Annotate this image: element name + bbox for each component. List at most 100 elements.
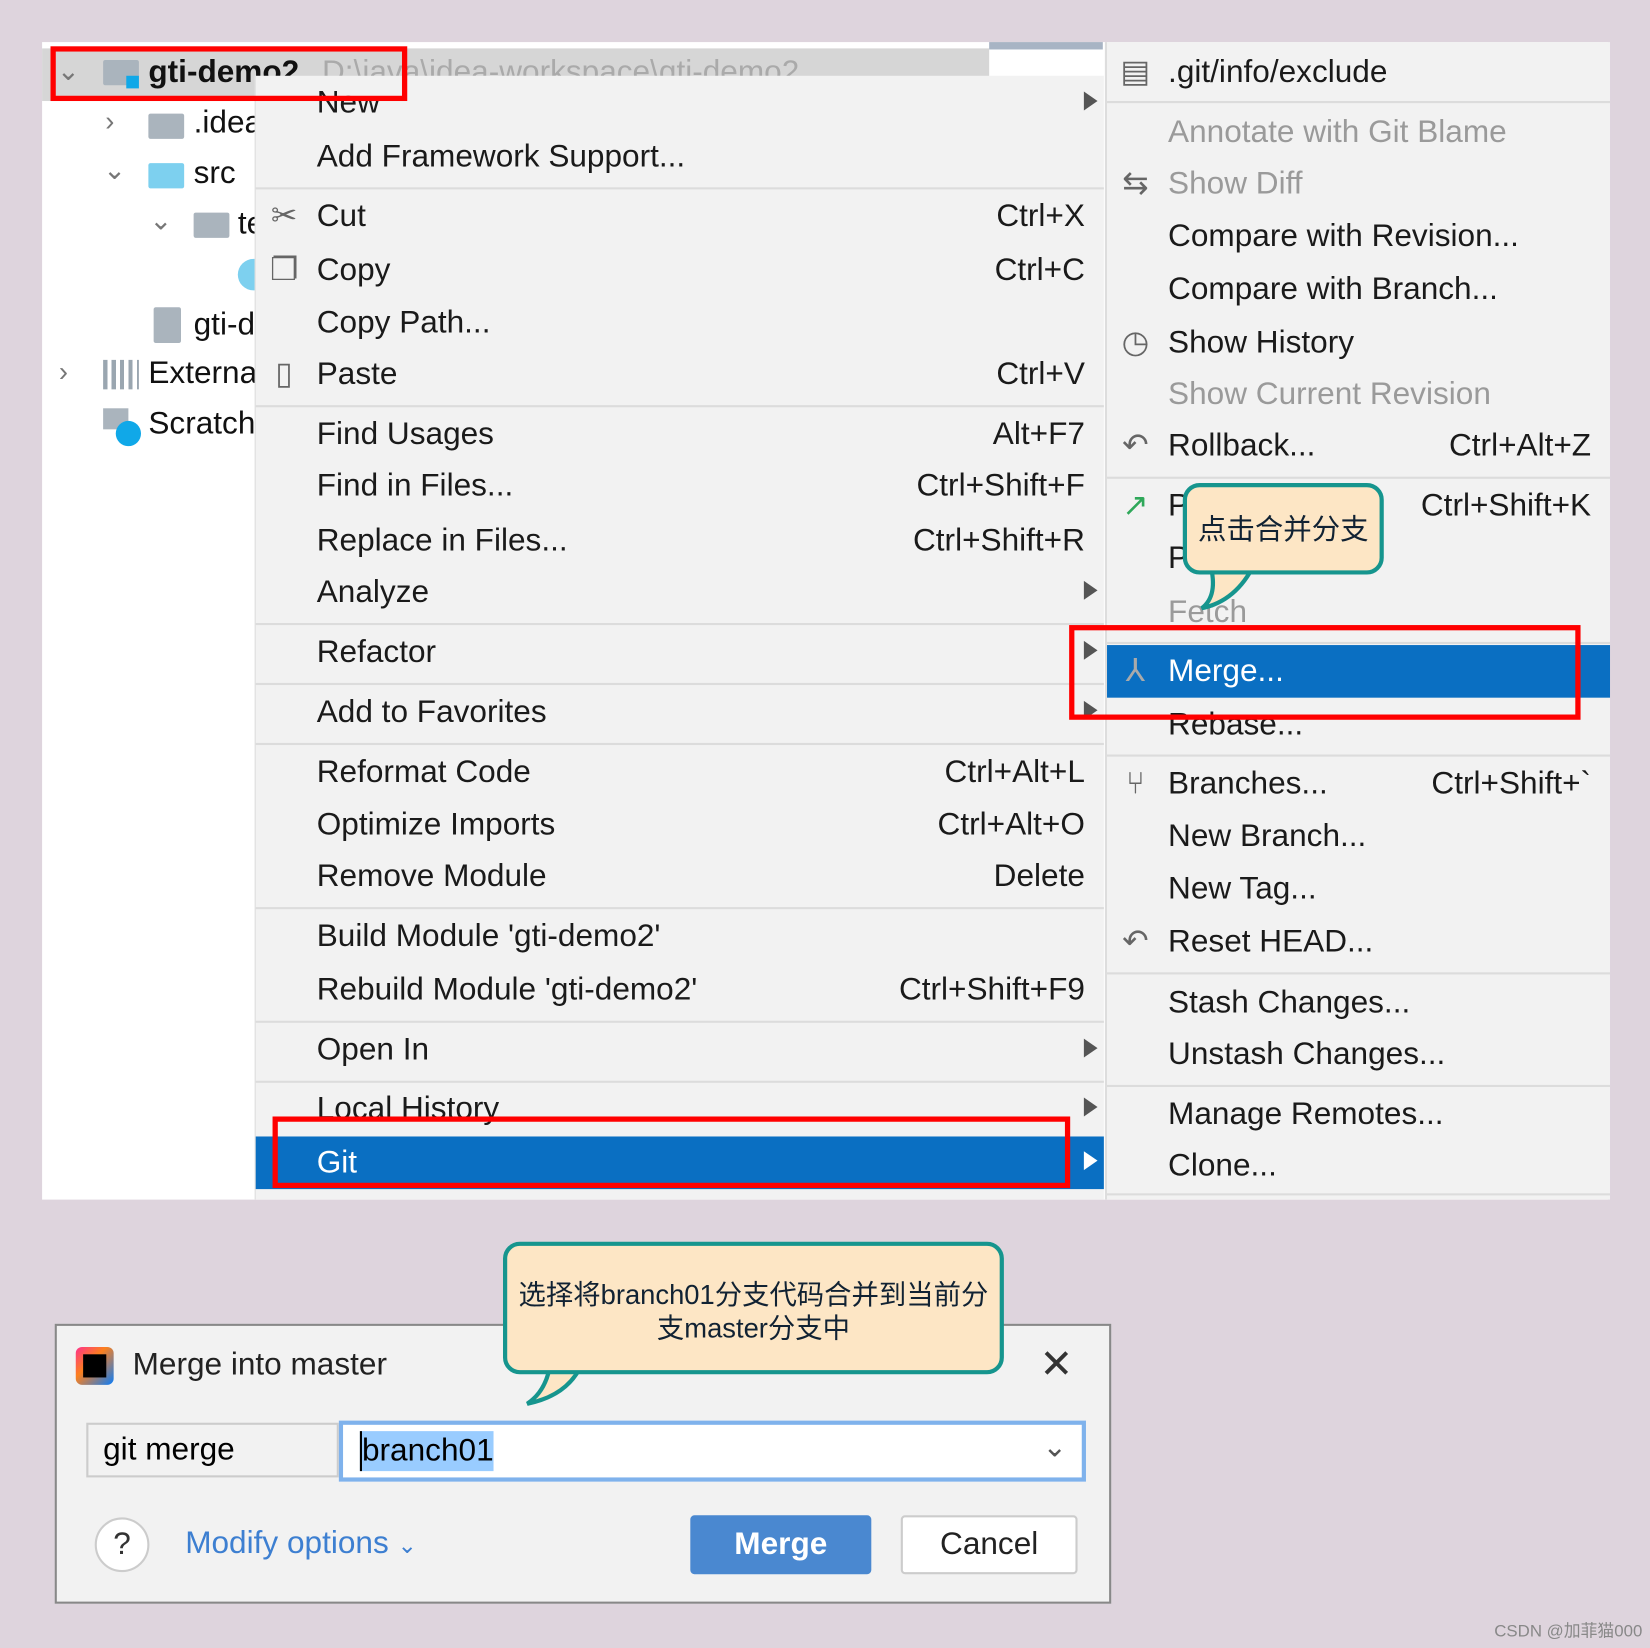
menu-item[interactable]: New Branch... <box>1107 810 1610 863</box>
menu-separator <box>1107 1193 1611 1196</box>
menu-item-label: Add to Favorites <box>316 694 547 730</box>
chevron-right-icon[interactable]: › <box>105 105 114 138</box>
menu-item[interactable]: ⑂ Branches... Ctrl+Shift+` <box>1107 758 1610 811</box>
package-folder-icon <box>193 212 230 238</box>
menu-item-label: Rebuild Module 'gti-demo2' <box>316 972 698 1008</box>
menu-item-label: Paste <box>316 356 398 392</box>
menu-item[interactable]: ❐ Copy Ctrl+C <box>256 244 1104 297</box>
menu-item[interactable]: Stash Changes... <box>1107 977 1610 1030</box>
cancel-button[interactable]: Cancel <box>900 1515 1078 1575</box>
menu-item-shortcut: Ctrl+Alt+O <box>937 807 1085 842</box>
submenu-arrow-icon <box>1083 580 1098 600</box>
menu-item-label: Optimize Imports <box>316 807 556 842</box>
menu-separator <box>1107 101 1611 104</box>
folder-icon <box>148 113 185 139</box>
menu-item[interactable]: ⇆ Show Diff <box>1107 158 1610 211</box>
clock-icon: ◷ <box>1121 325 1150 360</box>
tree-item-external-libraries[interactable]: External <box>148 356 264 392</box>
menu-item[interactable]: Copy Path... <box>256 297 1104 350</box>
rollback-icon: ↶ <box>1122 428 1149 464</box>
menu-item[interactable]: Clone... <box>1107 1140 1610 1193</box>
libraries-icon <box>103 359 139 390</box>
menu-separator <box>1107 972 1611 975</box>
menu-separator <box>255 187 1104 190</box>
rollback-icon: ↶ <box>1122 923 1149 959</box>
help-button[interactable]: ? <box>94 1517 150 1573</box>
tree-item-scratches[interactable]: Scratch <box>148 406 255 442</box>
menu-item[interactable]: ✂ Cut Ctrl+X <box>256 190 1104 243</box>
menu-item[interactable]: Find in Files... Ctrl+Shift+F <box>256 460 1104 513</box>
menu-item[interactable]: Manage Remotes... <box>1107 1088 1610 1141</box>
tree-item-idea[interactable]: .idea <box>194 105 262 141</box>
menu-item[interactable]: Compare with Branch... <box>1107 263 1610 316</box>
tree-item-iml[interactable]: gti-d <box>194 307 255 343</box>
modify-options-label: Modify options <box>185 1525 389 1561</box>
intellij-logo-icon <box>75 1346 114 1385</box>
menu-item[interactable]: Unstash Changes... <box>1107 1028 1610 1081</box>
menu-separator <box>1107 754 1611 757</box>
menu-item[interactable]: Build Module 'gti-demo2' <box>256 910 1104 963</box>
close-icon[interactable]: ✕ <box>1040 1341 1074 1388</box>
menu-item-label: Build Module 'gti-demo2' <box>316 918 661 954</box>
menu-item-label: Replace in Files... <box>316 522 568 558</box>
menu-item[interactable]: Replace in Files... Ctrl+Shift+R <box>256 515 1104 568</box>
menu-item[interactable]: Add Framework Support... <box>256 130 1104 183</box>
menu-separator <box>255 907 1104 910</box>
menu-item[interactable]: ▯ Paste Ctrl+V <box>256 348 1104 401</box>
menu-item[interactable]: Analyze <box>256 566 1104 619</box>
menu-item[interactable]: Find Usages Alt+F7 <box>256 408 1104 461</box>
branch-combobox[interactable]: branch01 ⌄ <box>338 1420 1086 1482</box>
menu-item-shortcut: Ctrl+Shift+` <box>1431 766 1592 801</box>
menu-item[interactable]: Reformat Code Ctrl+Alt+L <box>256 746 1104 799</box>
menu-item[interactable]: Refactor <box>256 626 1104 679</box>
menu-item-label: New Tag... <box>1168 871 1317 907</box>
menu-item-shortcut: Ctrl+Shift+F <box>916 468 1085 503</box>
menu-item[interactable]: Compare with Revision... <box>1107 210 1610 263</box>
menu-item-shortcut: Alt+F7 <box>992 416 1085 452</box>
submenu-arrow-icon <box>1083 1038 1098 1058</box>
menu-separator <box>255 682 1104 686</box>
submenu-arrow-icon <box>1083 1151 1098 1171</box>
menu-item[interactable]: Show Current Revision <box>1107 368 1610 421</box>
chevron-down-icon[interactable]: ⌄ <box>103 154 126 187</box>
merge-button[interactable]: Merge <box>690 1515 872 1575</box>
menu-item[interactable]: ↶ Rollback... Ctrl+Alt+Z <box>1107 420 1610 473</box>
menu-item[interactable]: Optimize Imports Ctrl+Alt+O <box>256 799 1104 852</box>
branch-icon: ⑂ <box>1125 766 1145 801</box>
menu-item[interactable]: ↶ Reset HEAD... <box>1107 916 1610 969</box>
menu-separator <box>255 1020 1104 1023</box>
tree-item-src[interactable]: src <box>194 156 236 192</box>
highlight-box-project <box>50 46 408 102</box>
menu-item[interactable]: Remove Module Delete <box>256 850 1104 903</box>
menu-item-label: Show History <box>1168 325 1355 360</box>
menu-item-shortcut: Ctrl+Alt+L <box>944 754 1085 790</box>
menu-item-label: Analyze <box>316 574 430 610</box>
modify-options-link[interactable]: Modify options ⌄ <box>185 1526 417 1562</box>
menu-item-label: Copy Path... <box>316 305 491 340</box>
menu-item[interactable]: Rebuild Module 'gti-demo2' Ctrl+Shift+F9 <box>256 964 1104 1017</box>
menu-item-label: Cut <box>316 198 366 234</box>
ignore-file-icon: ▤ <box>1120 54 1151 90</box>
scissors-icon: ✂ <box>270 198 298 234</box>
submenu-arrow-icon <box>1083 1097 1098 1117</box>
menu-item-label: Show Current Revision <box>1168 376 1491 412</box>
menu-item-label: Reset HEAD... <box>1168 923 1374 959</box>
branch-input[interactable]: branch01 <box>359 1431 494 1472</box>
copy-icon: ❐ <box>269 252 299 288</box>
chevron-down-icon: ⌄ <box>397 1532 417 1559</box>
menu-item[interactable]: Annotate with Git Blame <box>1107 106 1610 159</box>
context-menu: New Add Framework Support... ✂ Cut Ctrl+X ❐ Co… <box>254 75 1104 1200</box>
menu-separator <box>255 1080 1104 1083</box>
menu-item-label: Add Framework Support... <box>316 138 686 174</box>
menu-item[interactable]: Add to Favorites <box>256 686 1104 739</box>
scrollbar[interactable] <box>989 42 1103 50</box>
chevron-right-icon[interactable]: › <box>59 356 68 389</box>
menu-item[interactable]: ▤ .git/info/exclude <box>1107 46 1610 99</box>
menu-item[interactable]: ◷ Show History <box>1107 317 1610 370</box>
menu-item[interactable]: Open In <box>256 1024 1104 1077</box>
menu-item-label: Find in Files... <box>316 468 514 503</box>
menu-item[interactable]: New Tag... <box>1107 863 1610 916</box>
menu-separator <box>1107 476 1611 479</box>
chevron-down-icon[interactable]: ⌄ <box>1042 1429 1067 1464</box>
chevron-down-icon[interactable]: ⌄ <box>149 204 172 237</box>
